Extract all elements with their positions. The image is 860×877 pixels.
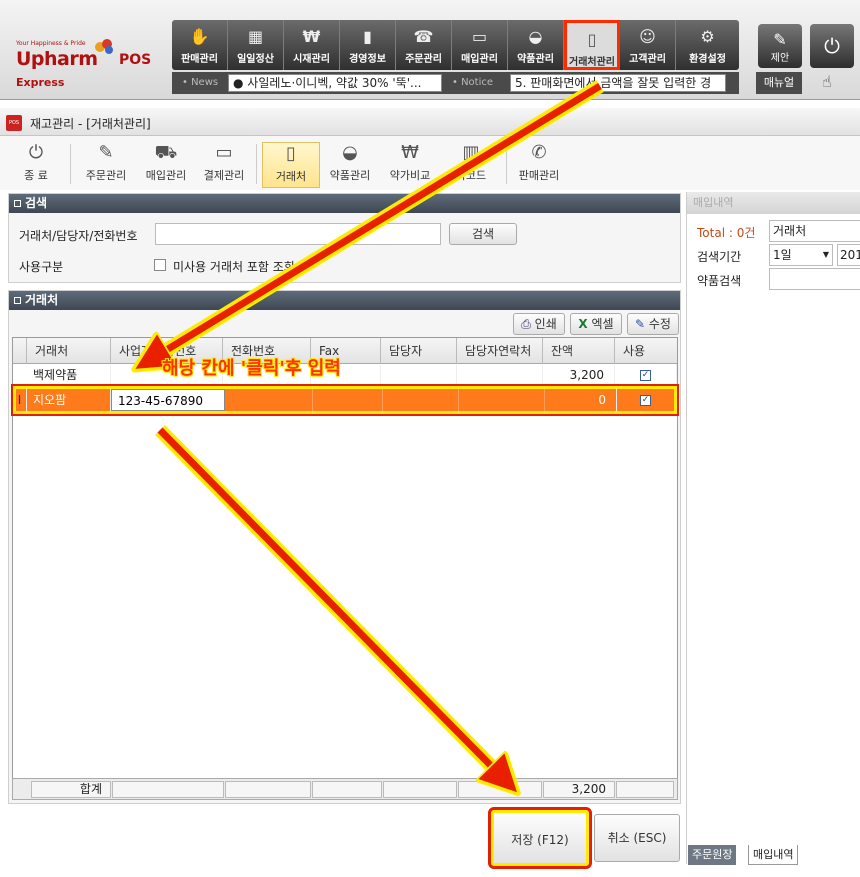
arrow-to-save <box>157 427 505 780</box>
arrow-to-row <box>150 83 602 360</box>
annotation-arrows <box>0 80 604 877</box>
annotation-label: 해당 칸에 '클릭'후 입력 <box>162 358 341 379</box>
